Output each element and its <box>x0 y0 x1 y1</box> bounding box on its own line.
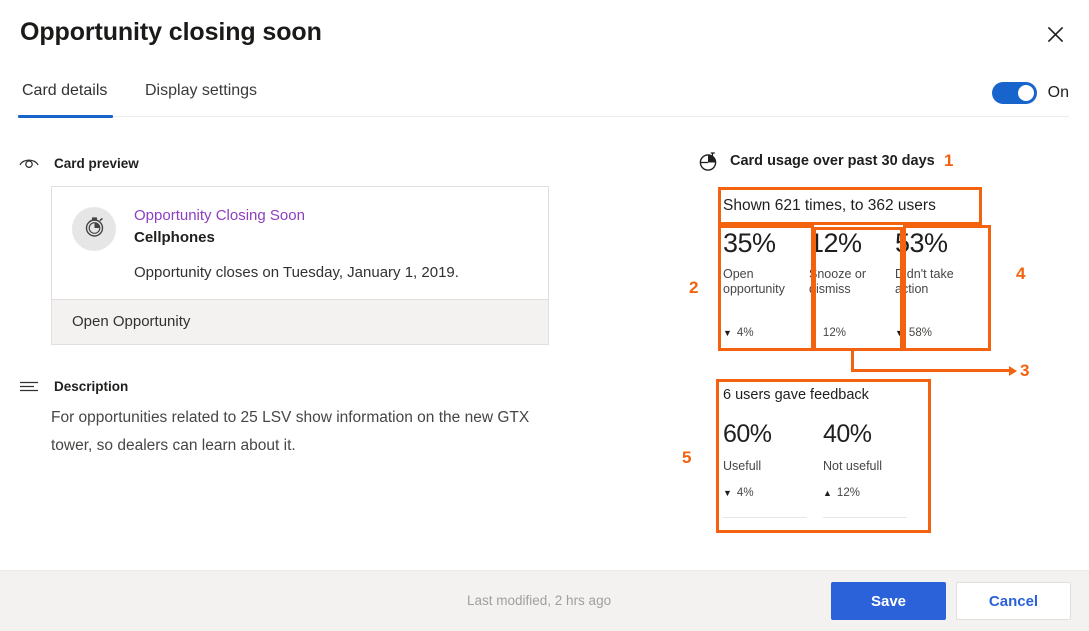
feedback-title: 6 users gave feedback <box>723 387 869 403</box>
annotation-arrow-3 <box>1009 365 1017 376</box>
usage-section-label: Card usage over past 30 days <box>730 153 935 169</box>
description-section-header: Description <box>18 375 128 397</box>
eye-icon <box>18 152 40 174</box>
toggle-knob <box>1017 85 1034 101</box>
card-preview-body-text: Opportunity closes on Tuesday, January 1… <box>134 264 459 281</box>
tab-divider <box>20 116 1069 117</box>
shown-summary: Shown 621 times, to 362 users <box>723 197 936 214</box>
feedback-rule <box>823 517 907 518</box>
card-preview-link-title[interactable]: Opportunity Closing Soon <box>134 206 528 226</box>
toggle-track <box>991 82 1037 104</box>
close-button[interactable] <box>1035 14 1075 54</box>
card-preview: Opportunity Closing Soon Cellphones Oppo… <box>51 186 549 345</box>
pie-chart-icon <box>697 150 719 172</box>
stat-delta-value: 4% <box>736 327 754 339</box>
card-preview-subtitle: Cellphones <box>134 229 215 246</box>
card-preview-texts: Opportunity Closing Soon Cellphones Oppo… <box>134 205 528 283</box>
stat-label: Didn't take action <box>895 267 954 296</box>
annotation-number-5: 5 <box>682 448 692 467</box>
stat-delta-value: 58% <box>908 327 932 339</box>
feedback-percent: 40% <box>823 420 872 448</box>
tab-card-details[interactable]: Card details <box>20 78 109 110</box>
toggle-state-label: On <box>1047 84 1069 101</box>
stat-delta: ▼ 4% <box>723 327 754 339</box>
lines-icon <box>18 375 40 397</box>
feedback-useful: 60% Usefull ▼ 4% <box>723 419 823 524</box>
card-preview-section-header: Card preview <box>18 152 139 174</box>
annotation-number-1: 1 <box>944 151 954 170</box>
tab-active-indicator <box>18 115 113 118</box>
stat-label: Snooze or dismiss <box>809 267 866 296</box>
cancel-button[interactable]: Cancel <box>956 582 1071 620</box>
annotation-number-2: 2 <box>689 278 699 297</box>
card-enabled-toggle[interactable]: On <box>991 82 1069 104</box>
page-title: Opportunity closing soon <box>20 18 322 46</box>
annotation-number-3: 3 <box>1020 361 1030 380</box>
save-button[interactable]: Save <box>831 582 946 620</box>
triangle-up-icon: ▲ <box>809 327 818 338</box>
feedback-not-useful: 40% Not usefull ▲ 12% <box>823 419 923 524</box>
feedback-label: Not usefull <box>823 459 883 473</box>
triangle-down-icon: ▼ <box>895 327 904 338</box>
feedback-delta-value: 4% <box>736 487 754 499</box>
feedback-percent: 60% <box>723 420 772 448</box>
annotation-leader-3-horizontal <box>851 369 1011 372</box>
close-icon <box>1047 26 1064 43</box>
tab-bar: Card details Display settings <box>0 78 1089 118</box>
stat-delta-value: 12% <box>822 327 846 339</box>
stat-percent: 35% <box>723 228 776 258</box>
stat-label: Open opportunity <box>723 267 785 296</box>
card-preview-section-label: Card preview <box>54 155 139 171</box>
card-preview-body: Opportunity Closing Soon Cellphones Oppo… <box>52 187 548 299</box>
feedback-panel: 6 users gave feedback 60% Usefull ▼ 4% 4… <box>723 385 923 527</box>
usage-stat-grid: 35% Open opportunity ▼ 4% 12% Snooze or … <box>723 227 981 349</box>
triangle-up-icon: ▲ <box>823 487 832 498</box>
feedback-rule <box>723 517 807 518</box>
annotation-leader-3-vertical <box>851 351 854 371</box>
usage-section-header: Card usage over past 30 days <box>697 150 935 172</box>
annotation-number-4: 4 <box>1016 264 1026 283</box>
stopwatch-icon <box>82 214 107 244</box>
description-text: For opportunities related to 25 LSV show… <box>51 409 530 454</box>
last-modified-text: Last modified, 2 hrs ago <box>467 593 612 608</box>
description-section-label: Description <box>54 378 129 394</box>
open-opportunity-button[interactable]: Open Opportunity <box>52 299 548 344</box>
tab-display-settings[interactable]: Display settings <box>143 78 259 110</box>
stat-percent: 12% <box>809 228 862 258</box>
feedback-delta: ▼ 4% <box>723 487 754 499</box>
feedback-label: Usefull <box>723 459 762 473</box>
triangle-down-icon: ▼ <box>723 487 732 498</box>
feedback-delta: ▲ 12% <box>823 487 860 499</box>
feedback-delta-value: 12% <box>836 487 860 499</box>
stat-percent: 53% <box>895 228 948 258</box>
dialog-footer: Last modified, 2 hrs ago Save Cancel <box>0 570 1089 631</box>
avatar <box>72 207 116 251</box>
feedback-row: 60% Usefull ▼ 4% 40% Not usefull ▲ 12% <box>723 419 923 524</box>
stat-delta: ▼ 58% <box>895 327 932 339</box>
usage-stat-didnt-take-action: 53% Didn't take action ▼ 58% <box>895 227 981 349</box>
stat-delta: ▲ 12% <box>809 327 846 339</box>
triangle-down-icon: ▼ <box>723 327 732 338</box>
usage-stat-open-opportunity: 35% Open opportunity ▼ 4% <box>723 227 809 349</box>
usage-stat-snooze-or-dismiss: 12% Snooze or dismiss ▲ 12% <box>809 227 895 349</box>
